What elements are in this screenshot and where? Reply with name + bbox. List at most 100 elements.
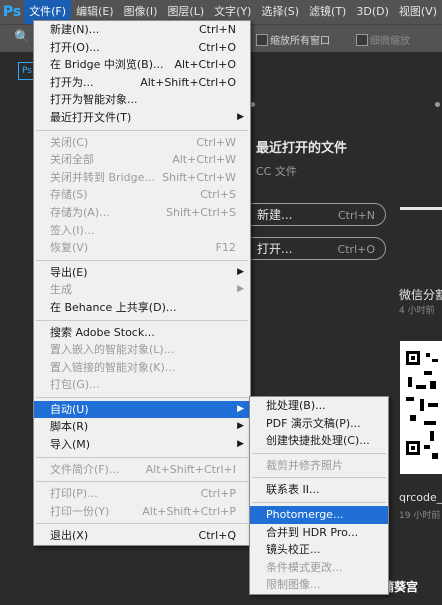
menu-item-label: Photomerge...	[266, 507, 344, 521]
cc-files-link[interactable]: CC 文件	[256, 163, 297, 179]
menu-item[interactable]: 导入(M) ▶	[34, 436, 250, 454]
menu-item-label: 打印一份(Y)	[50, 504, 110, 518]
menu-item-label: 合并到 HDR Pro...	[266, 525, 359, 539]
menu-item-label: 文件简介(F)...	[50, 462, 120, 476]
menu-item-label: 最近打开文件(T)	[50, 110, 132, 124]
new-file-label: 新建...	[257, 208, 293, 222]
qrcode-thumbnail[interactable]	[400, 341, 442, 474]
fine-zoom-label: 细微缩放	[370, 36, 410, 47]
menu-item[interactable]: 最近打开文件(T) ▶	[34, 109, 250, 127]
menu-separator	[36, 523, 248, 525]
menu-separator	[252, 452, 386, 454]
menu-item[interactable]: 创建快捷批处理(C)...	[250, 432, 388, 450]
new-file-shortcut: Ctrl+N	[337, 209, 375, 222]
menu-item: 打印一份(Y) Alt+Shift+Ctrl+P	[34, 503, 250, 521]
menu-item-label: 恢复(V)	[50, 241, 89, 255]
menu-item: 关闭并转到 Bridge... Shift+Ctrl+W	[34, 169, 250, 187]
recent-file-title[interactable]: 微信分割	[399, 286, 442, 303]
menu-item: 打印(P)... Ctrl+P	[34, 485, 250, 503]
menu-filter[interactable]: 滤镜(T)	[304, 0, 351, 24]
menu-item-label: 置入嵌入的智能对象(L)...	[50, 343, 175, 357]
menu-item-shortcut: Ctrl+P	[200, 487, 236, 501]
recent-file-time: 4 小时前	[399, 306, 435, 316]
dot-icon	[435, 102, 440, 107]
menu-item[interactable]: Photomerge...	[250, 505, 388, 524]
menu-item: 存储为(A)... Shift+Ctrl+S	[34, 204, 250, 222]
menu-item[interactable]: 脚本(R) ▶	[34, 418, 250, 436]
menu-item[interactable]: 打开为... Alt+Shift+Ctrl+O	[34, 74, 250, 92]
menu-item-label: 创建快捷批处理(C)...	[266, 434, 370, 448]
menu-item[interactable]: PDF 演示文稿(P)...	[250, 415, 388, 433]
menu-item-label: 条件模式更改...	[266, 560, 343, 574]
menu-item: 置入嵌入的智能对象(L)...	[34, 341, 250, 359]
menu-item-shortcut: Ctrl+S	[200, 188, 236, 202]
menu-item-label: 打开为智能对象...	[50, 93, 138, 107]
open-file-label: 打开...	[257, 242, 293, 256]
menu-item[interactable]: 新建(N)... Ctrl+N	[34, 21, 250, 39]
menu-item[interactable]: 搜索 Adobe Stock...	[34, 324, 250, 342]
menu-item: 打包(G)...	[34, 376, 250, 394]
menu-item[interactable]: 在 Bridge 中浏览(B)... Alt+Ctrl+O	[34, 56, 250, 74]
menu-item-shortcut: Ctrl+W	[196, 135, 236, 149]
menu-item[interactable]: 自动(U) ▶	[34, 400, 250, 419]
submenu-arrow-icon: ▶	[237, 439, 244, 450]
menu-item-label: 搜索 Adobe Stock...	[50, 325, 155, 339]
recent-file-title[interactable]: qrcode_f	[399, 491, 442, 504]
menu-item[interactable]: 导出(E) ▶	[34, 264, 250, 282]
menu-item: 恢复(V) F12	[34, 239, 250, 257]
file-menu: 新建(N)... Ctrl+N 打开(O)... Ctrl+O 在 Bridge 中浏览…	[33, 20, 251, 547]
menu-item-label: 批处理(B)...	[266, 399, 326, 412]
zoom-all-windows-checkbox[interactable]	[256, 34, 268, 46]
menu-item-label: 新建(N)...	[50, 23, 100, 36]
menu-item: 置入链接的智能对象(K)...	[34, 359, 250, 377]
menu-item-label: 在 Bridge 中浏览(B)...	[50, 58, 164, 72]
zoom-tool-icon[interactable]: 🔍	[14, 30, 30, 45]
menu-item[interactable]: 批处理(B)...	[250, 397, 388, 415]
menu-item[interactable]: 镜头校正...	[250, 541, 388, 559]
menu-item: 存储(S) Ctrl+S	[34, 186, 250, 204]
menu-item-shortcut: Ctrl+N	[198, 23, 236, 36]
menu-item: 关闭(C) Ctrl+W	[34, 134, 250, 152]
open-file-button[interactable]: 打开... Ctrl+O	[238, 237, 386, 260]
menu-item-label: 联系表 II...	[266, 483, 320, 497]
menu-item-label: 退出(X)	[50, 529, 89, 543]
menu-item-label: 存储(S)	[50, 188, 88, 202]
menu-separator	[36, 396, 248, 398]
submenu-arrow-icon: ▶	[237, 266, 244, 277]
menu-3d[interactable]: 3D(D)	[351, 0, 394, 24]
menu-item[interactable]: 打开(O)... Ctrl+O	[34, 39, 250, 57]
menu-item-shortcut: Alt+Shift+Ctrl+I	[145, 462, 236, 476]
menu-item[interactable]: 打开为智能对象...	[34, 91, 250, 109]
menu-separator	[36, 129, 248, 131]
submenu-arrow-icon: ▶	[237, 284, 244, 295]
menu-separator	[36, 319, 248, 321]
menu-item[interactable]: 退出(X) Ctrl+Q	[34, 527, 250, 545]
submenu-arrow-icon: ▶	[237, 403, 244, 414]
menu-item-label: 镜头校正...	[266, 543, 321, 557]
menu-item-shortcut: Alt+Shift+Ctrl+P	[142, 504, 236, 518]
menu-item-label: 关闭(C)	[50, 135, 89, 149]
menu-item: 文件简介(F)... Alt+Shift+Ctrl+I	[34, 461, 250, 479]
menu-separator	[36, 259, 248, 261]
menu-item[interactable]: 在 Behance 上共享(D)...	[34, 299, 250, 317]
menu-item-label: 打开(O)...	[50, 40, 100, 54]
menu-item-label: 导出(E)	[50, 265, 88, 279]
menu-item[interactable]: 合并到 HDR Pro...	[250, 524, 388, 542]
menu-item-label: PDF 演示文稿(P)...	[266, 416, 361, 430]
menu-item-label: 导入(M)	[50, 438, 91, 452]
open-file-shortcut: Ctrl+O	[337, 243, 375, 256]
menu-item-label: 置入链接的智能对象(K)...	[50, 360, 176, 374]
menu-separator	[252, 477, 386, 479]
menu-item-shortcut: F12	[215, 241, 236, 255]
menu-item-shortcut: Alt+Shift+Ctrl+O	[140, 75, 236, 89]
menu-select[interactable]: 选择(S)	[256, 0, 304, 24]
fine-zoom-checkbox[interactable]	[356, 34, 368, 46]
menu-item: 限制图像...	[250, 576, 388, 594]
menu-item: 条件模式更改...	[250, 559, 388, 577]
menu-item[interactable]: 联系表 II...	[250, 481, 388, 499]
new-file-button[interactable]: 新建... Ctrl+N	[238, 203, 386, 226]
menu-item-label: 打开为...	[50, 75, 94, 89]
menu-item-label: 打印(P)...	[50, 487, 98, 501]
menu-view[interactable]: 视图(V)	[394, 0, 442, 24]
photoshop-logo-icon: Ps	[2, 4, 22, 20]
